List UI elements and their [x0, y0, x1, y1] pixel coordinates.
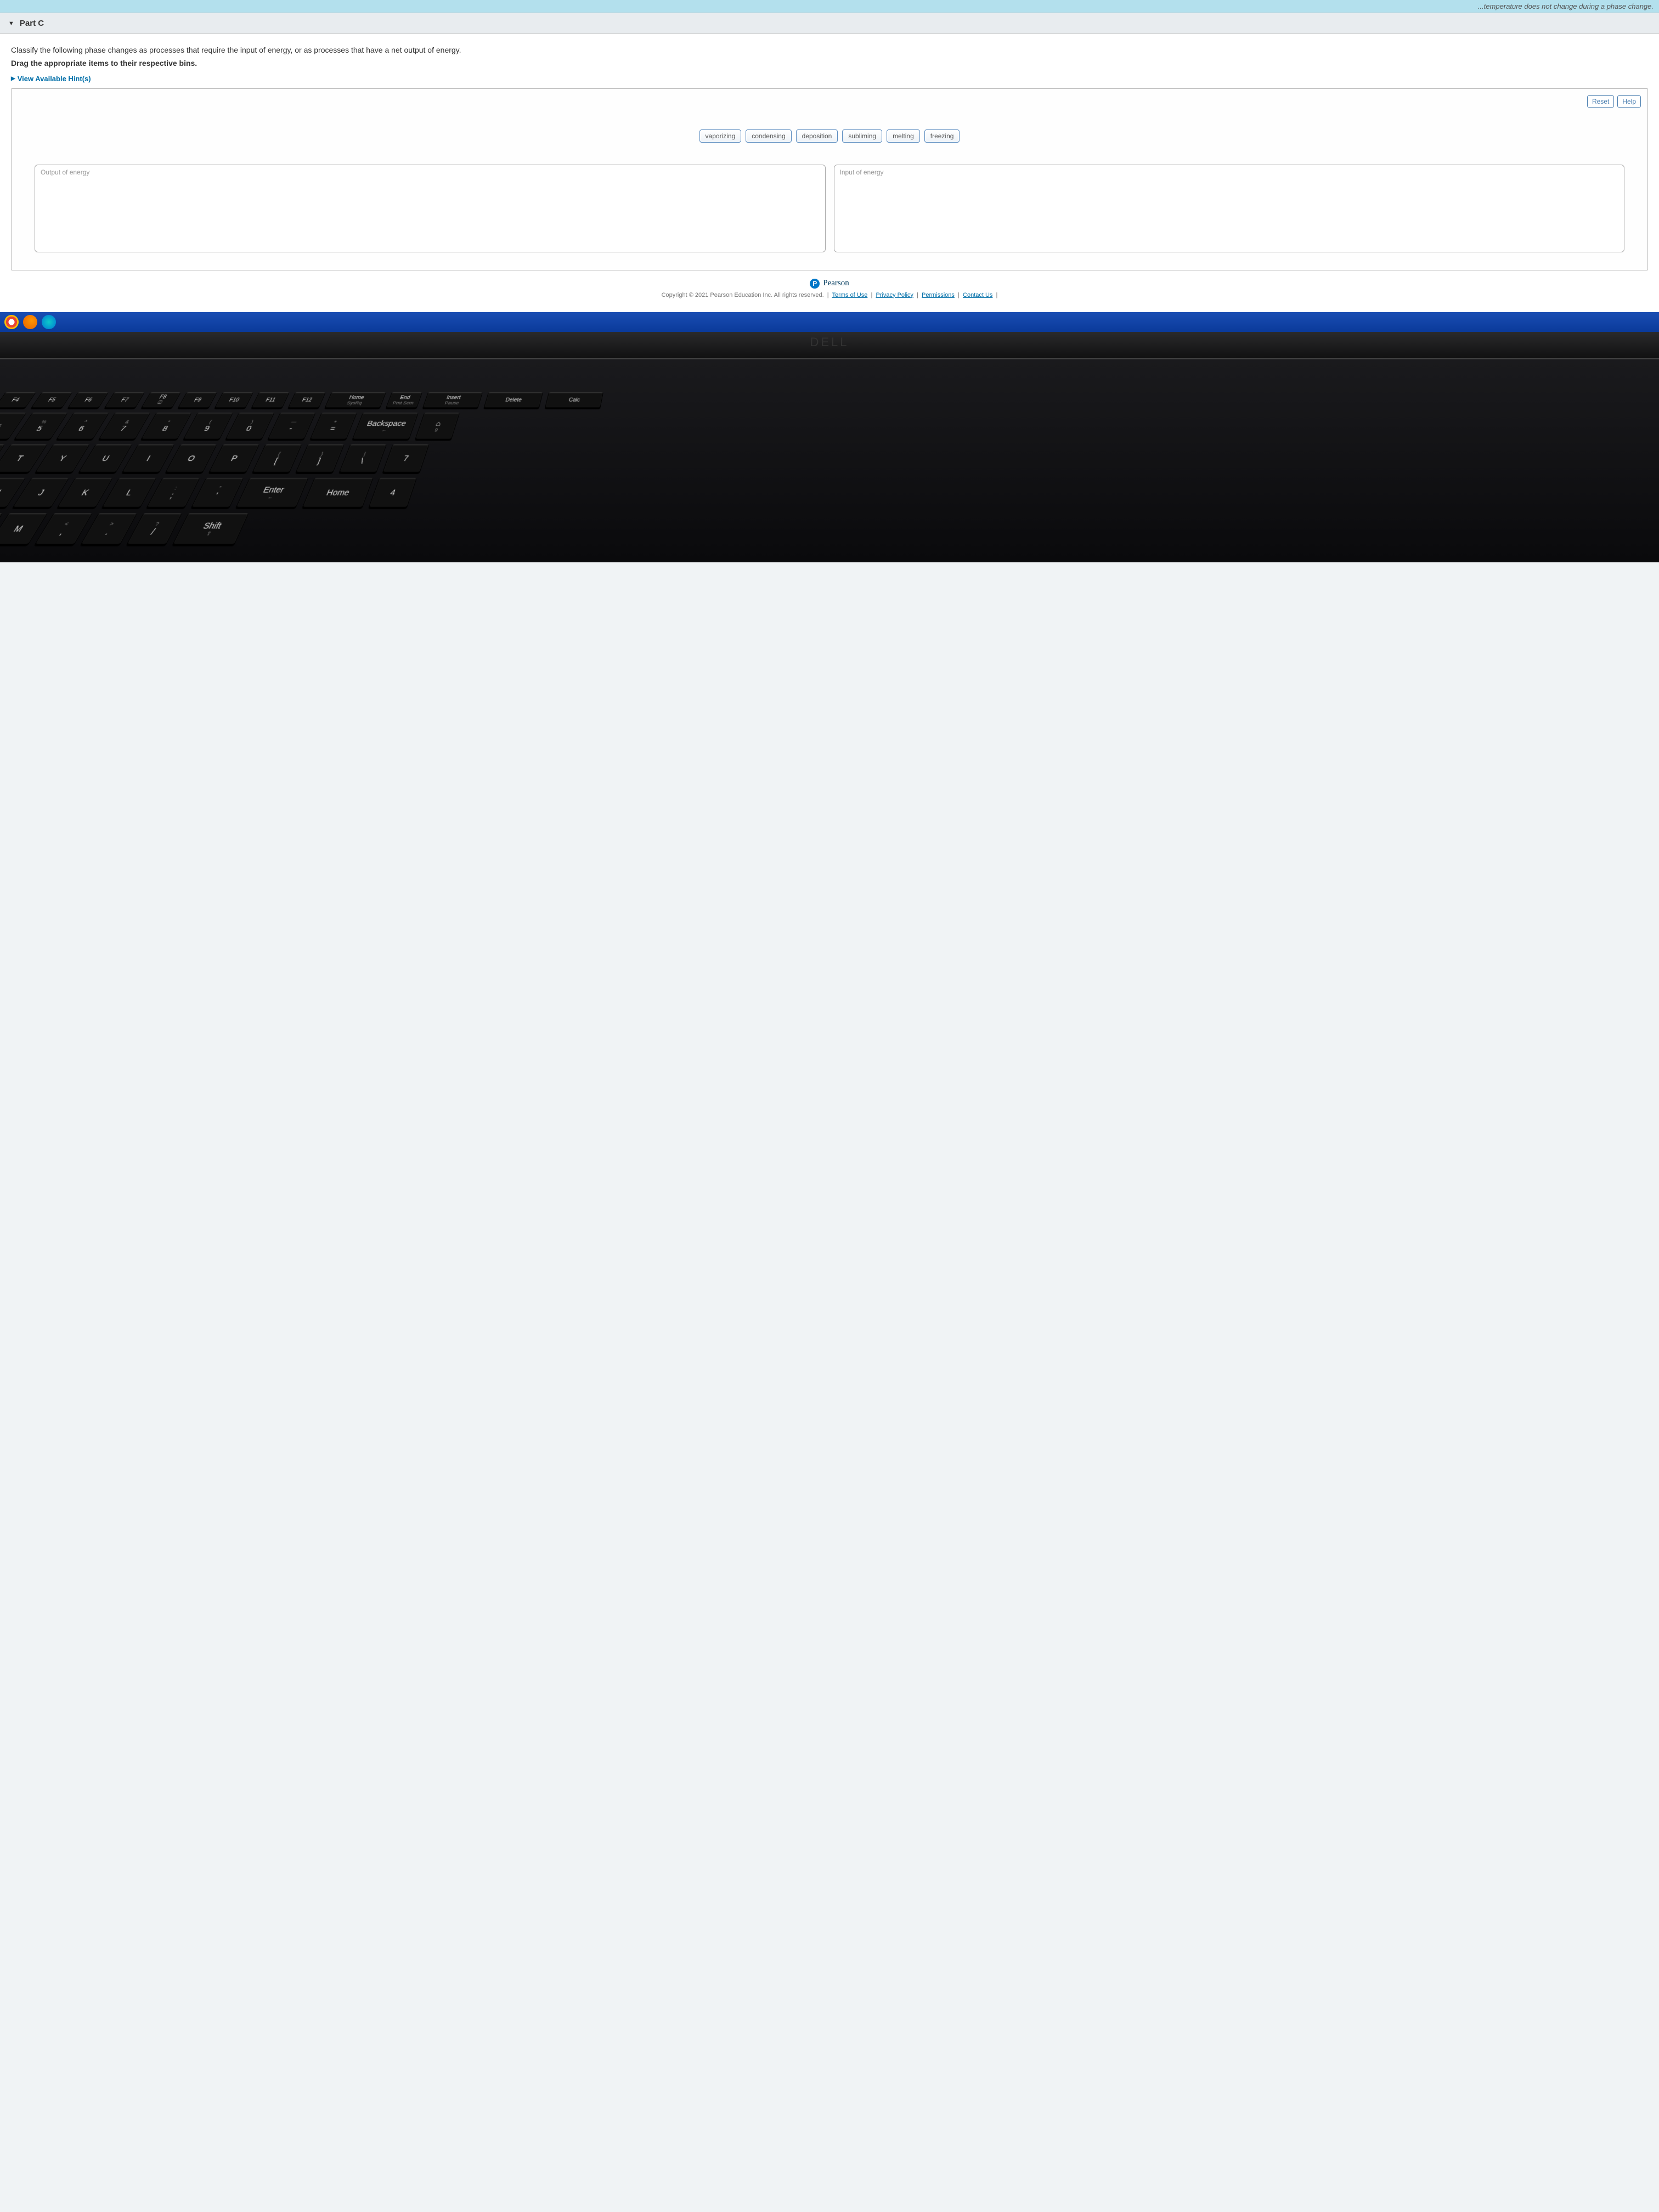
keyboard-key: F6: [68, 392, 109, 408]
help-button[interactable]: Help: [1617, 95, 1641, 108]
keyboard-key: HomeSysRq: [325, 392, 386, 408]
keyboard-key: 7: [382, 444, 429, 472]
keyboard-key: {[: [252, 444, 302, 472]
info-banner: ...temperature does not change during a …: [0, 0, 1659, 13]
view-hints-toggle[interactable]: ▶ View Available Hint(s): [11, 75, 1648, 83]
instruction-line2: Drag the appropriate items to their resp…: [11, 57, 1648, 70]
keyboard-key: P: [209, 444, 259, 472]
drag-drop-workspace: Reset Help vaporizing condensing deposit…: [11, 88, 1648, 270]
keyboard-key: Calc: [545, 392, 603, 408]
part-label: Part C: [20, 19, 44, 28]
keyboard-key: InsertPause: [422, 392, 483, 408]
keyboard-key: F5: [31, 392, 72, 408]
part-header[interactable]: ▼ Part C: [0, 13, 1659, 34]
keyboard-key: F9: [178, 392, 217, 408]
keyboard-key: O: [165, 444, 217, 472]
edge-icon[interactable]: [42, 315, 56, 329]
keyboard-key: F12: [288, 392, 326, 408]
keyboard-key: F11: [251, 392, 290, 408]
firefox-icon[interactable]: [23, 315, 37, 329]
keyboard-key: Home: [302, 478, 374, 507]
drag-item-condensing[interactable]: condensing: [746, 129, 791, 143]
bin-label-output: Output of energy: [35, 165, 825, 179]
keyboard-key: *8: [141, 413, 192, 439]
pearson-logo-icon: P: [810, 279, 820, 289]
keyboard-key: Backspace←: [352, 413, 419, 439]
keyboard-key: F4: [0, 392, 36, 408]
question-content: Classify the following phase changes as …: [0, 34, 1659, 312]
keyboard-key: :;: [146, 478, 200, 507]
physical-keyboard: F4F5F6F7F8⎚F9F10F11F12HomeSysRqEndPrnt S…: [0, 359, 1659, 562]
link-contact[interactable]: Contact Us: [963, 292, 992, 298]
keyboard-key: F10: [215, 392, 253, 408]
bins-row: Output of energy Input of energy: [18, 165, 1641, 263]
keyboard-key: —-: [268, 413, 316, 439]
banner-text: ...temperature does not change during a …: [1478, 2, 1654, 10]
keyboard-key: Delete: [484, 392, 543, 408]
chrome-icon[interactable]: [4, 315, 19, 329]
drag-item-deposition[interactable]: deposition: [796, 129, 838, 143]
keyboard-key: )0: [225, 413, 274, 439]
keyboard-key: +=: [310, 413, 357, 439]
keyboard-key: }]: [296, 444, 345, 472]
copyright-text: Copyright © 2021 Pearson Education Inc. …: [662, 292, 824, 298]
bin-label-input: Input of energy: [834, 165, 1624, 179]
hints-label: View Available Hint(s): [18, 75, 91, 83]
keyboard-key: F8⎚: [141, 392, 181, 408]
keyboard-key: "': [191, 478, 244, 507]
instruction-line1: Classify the following phase changes as …: [11, 44, 1648, 57]
drag-item-subliming[interactable]: subliming: [842, 129, 882, 143]
keyboard-key: ⌂9: [415, 413, 460, 439]
hint-arrow-icon: ▶: [11, 76, 15, 82]
keyboard-key: Shift⇧: [172, 513, 249, 544]
instructions: Classify the following phase changes as …: [11, 44, 1648, 70]
link-privacy[interactable]: Privacy Policy: [876, 292, 913, 298]
link-terms[interactable]: Terms of Use: [832, 292, 868, 298]
windows-taskbar[interactable]: [0, 312, 1659, 332]
drag-item-vaporizing[interactable]: vaporizing: [699, 129, 742, 143]
keyboard-key: Enter←: [236, 478, 309, 507]
keyboard-key: 4: [369, 478, 417, 507]
link-permissions[interactable]: Permissions: [922, 292, 955, 298]
pearson-text: Pearson: [823, 279, 849, 288]
collapse-arrow-icon: ▼: [8, 20, 14, 27]
footer-brand: P Pearson: [11, 279, 1648, 289]
bin-input-energy[interactable]: Input of energy: [834, 165, 1625, 252]
bin-output-energy[interactable]: Output of energy: [35, 165, 826, 252]
keyboard-key: (9: [183, 413, 233, 439]
drag-item-freezing[interactable]: freezing: [924, 129, 960, 143]
drag-item-melting[interactable]: melting: [887, 129, 920, 143]
copyright: Copyright © 2021 Pearson Education Inc. …: [11, 292, 1648, 307]
keyboard-key: |\: [339, 444, 387, 472]
keyboard-key: F7: [104, 392, 145, 408]
draggable-items-row: vaporizing condensing deposition sublimi…: [18, 129, 1641, 143]
keyboard-key: EndPrnt Scrn: [386, 392, 422, 408]
laptop-bezel: DELL: [0, 332, 1659, 359]
reset-button[interactable]: Reset: [1587, 95, 1614, 108]
